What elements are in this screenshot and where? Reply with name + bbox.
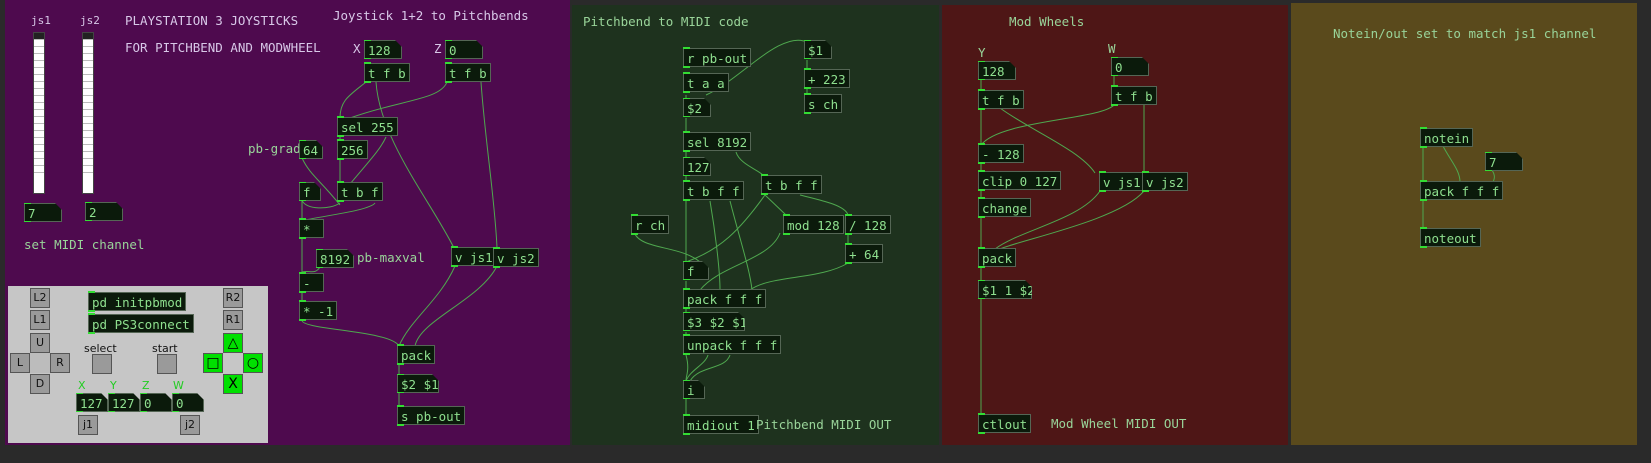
pack-f-f-f[interactable]: pack f f f	[683, 288, 767, 309]
notein[interactable]: notein	[1420, 127, 1474, 148]
dpad-right[interactable]: R	[50, 353, 70, 373]
tfb-z[interactable]: t f b	[445, 62, 491, 83]
unpack-f-f-f[interactable]: unpack f f f	[683, 334, 782, 355]
v-js2[interactable]: v js2	[493, 247, 539, 268]
pitchbend-title: Pitchbend to MIDI code	[583, 14, 749, 29]
panel-noteinout	[1291, 3, 1637, 445]
subtract[interactable]: -	[299, 272, 324, 293]
plus-223[interactable]: + 223	[804, 68, 850, 89]
axis-z-label: Z	[142, 379, 150, 392]
x-label: X	[353, 41, 361, 56]
pd-initpbmod[interactable]: pd initpbmod	[88, 291, 187, 312]
ctlout[interactable]: ctlout	[978, 413, 1032, 434]
multiply[interactable]: *	[299, 218, 324, 239]
pitchbend-out-label: Pitchbend MIDI OUT	[756, 417, 892, 432]
r1-button[interactable]: R1	[223, 310, 243, 330]
j2-button[interactable]: j2	[180, 415, 200, 435]
notein-title: Notein/out set to match js1 channel	[1333, 26, 1597, 41]
dpad-center	[30, 353, 50, 373]
msg-s1[interactable]: $1	[804, 40, 832, 59]
sel-255[interactable]: sel 255	[337, 116, 398, 137]
select-button[interactable]	[92, 354, 112, 374]
set-midi-channel-label: set MIDI channel	[24, 237, 145, 252]
r-pb-out[interactable]: r pb-out	[683, 47, 752, 68]
modwheel-out-label: Mod Wheel MIDI OUT	[1051, 416, 1187, 431]
tfb-y[interactable]: t f b	[978, 89, 1024, 110]
pd-ps3connect[interactable]: pd PS3connect	[88, 313, 194, 334]
pb-maxval-label: pb-maxval	[357, 250, 425, 265]
t-b-f-f-2[interactable]: t b f f	[761, 174, 822, 195]
msg-256[interactable]: 256	[337, 139, 368, 160]
start-button[interactable]	[157, 354, 177, 374]
axis-y-label: Y	[110, 379, 117, 392]
j1-button[interactable]: j1	[78, 415, 98, 435]
s-ch[interactable]: s ch	[804, 93, 843, 114]
midiout-1[interactable]: midiout 1	[683, 414, 759, 435]
channel-number[interactable]: 7	[1485, 152, 1523, 171]
v-js2-red[interactable]: v js2	[1142, 171, 1188, 192]
subtitle-joystick: Joystick 1+2 to Pitchbends	[333, 8, 529, 23]
modwheels-title: Mod Wheels	[1009, 14, 1085, 29]
noteout[interactable]: noteout	[1420, 227, 1481, 248]
r2-button[interactable]: R2	[223, 288, 243, 308]
axis-w-value[interactable]: 0	[172, 393, 204, 412]
pack-xz[interactable]: pack	[397, 344, 436, 365]
circle-button[interactable]: ○	[243, 353, 263, 373]
y-number[interactable]: 128	[978, 61, 1016, 80]
t-a-a[interactable]: t a a	[683, 72, 729, 93]
w-number[interactable]: 0	[1111, 57, 1149, 76]
y-label: Y	[978, 45, 986, 60]
z-number[interactable]: 0	[445, 40, 483, 59]
channel-js2[interactable]: 2	[85, 202, 123, 221]
minus-128[interactable]: - 128	[978, 143, 1024, 164]
js2-label: js2	[80, 14, 100, 27]
z-label: Z	[434, 41, 442, 56]
change[interactable]: change	[978, 197, 1032, 218]
msg-2-1[interactable]: $2 $1	[397, 374, 439, 393]
div-128[interactable]: / 128	[845, 214, 891, 235]
js1-label: js1	[31, 14, 51, 27]
axis-y-value[interactable]: 127	[108, 393, 140, 412]
l2-button[interactable]: L2	[30, 288, 50, 308]
r-ch[interactable]: r ch	[631, 214, 670, 235]
dpad-left[interactable]: L	[10, 353, 30, 373]
pb-grad-label: pb-grad	[248, 141, 301, 156]
mod-128[interactable]: mod 128	[783, 214, 844, 235]
title-playstation: PLAYSTATION 3 JOYSTICKS	[125, 13, 299, 28]
title-pitchbend-modwheel: FOR PITCHBEND AND MODWHEEL	[125, 40, 321, 55]
w-label: W	[1108, 41, 1116, 56]
axis-z-value[interactable]: 0	[140, 393, 172, 412]
v-js1-red[interactable]: v js1	[1099, 171, 1145, 192]
msg-127[interactable]: 127	[683, 157, 711, 176]
triangle-button[interactable]: △	[223, 333, 243, 353]
msg-3-2-1[interactable]: $3 $2 $1	[683, 312, 745, 331]
pack-red[interactable]: pack	[978, 247, 1017, 268]
axis-w-label: W	[173, 379, 184, 392]
axis-x-value[interactable]: 127	[76, 393, 108, 412]
channel-js1[interactable]: 7	[24, 203, 62, 222]
x-number[interactable]: 128	[364, 40, 402, 59]
clip-0-127[interactable]: clip 0 127	[978, 170, 1062, 191]
axis-x-label: X	[78, 379, 86, 392]
plus-64[interactable]: + 64	[845, 243, 884, 264]
l1-button[interactable]: L1	[30, 310, 50, 330]
tfb-x[interactable]: t f b	[364, 62, 410, 83]
dpad-down[interactable]: D	[30, 374, 50, 394]
pb-maxval-number[interactable]: 8192	[316, 249, 354, 268]
square-button[interactable]: □	[203, 353, 223, 373]
pack-f-f-f-olive[interactable]: pack f f f	[1420, 180, 1504, 201]
msg-1-1-2[interactable]: $1 1 $2	[978, 280, 1032, 299]
sel-8192[interactable]: sel 8192	[683, 131, 752, 152]
js2-meter	[82, 32, 94, 194]
v-js1[interactable]: v js1	[451, 246, 497, 267]
tfb-w[interactable]: t f b	[1111, 85, 1157, 106]
t-b-f-f[interactable]: t b f f	[683, 180, 744, 201]
multiply-neg1[interactable]: * -1	[299, 300, 338, 321]
js1-meter	[33, 32, 45, 194]
cross-button[interactable]: X	[223, 374, 243, 394]
dpad-up[interactable]: U	[30, 333, 50, 353]
tbf[interactable]: t b f	[337, 181, 383, 202]
send-pb-out[interactable]: s pb-out	[397, 405, 466, 426]
msg-s2[interactable]: $2	[683, 98, 711, 117]
